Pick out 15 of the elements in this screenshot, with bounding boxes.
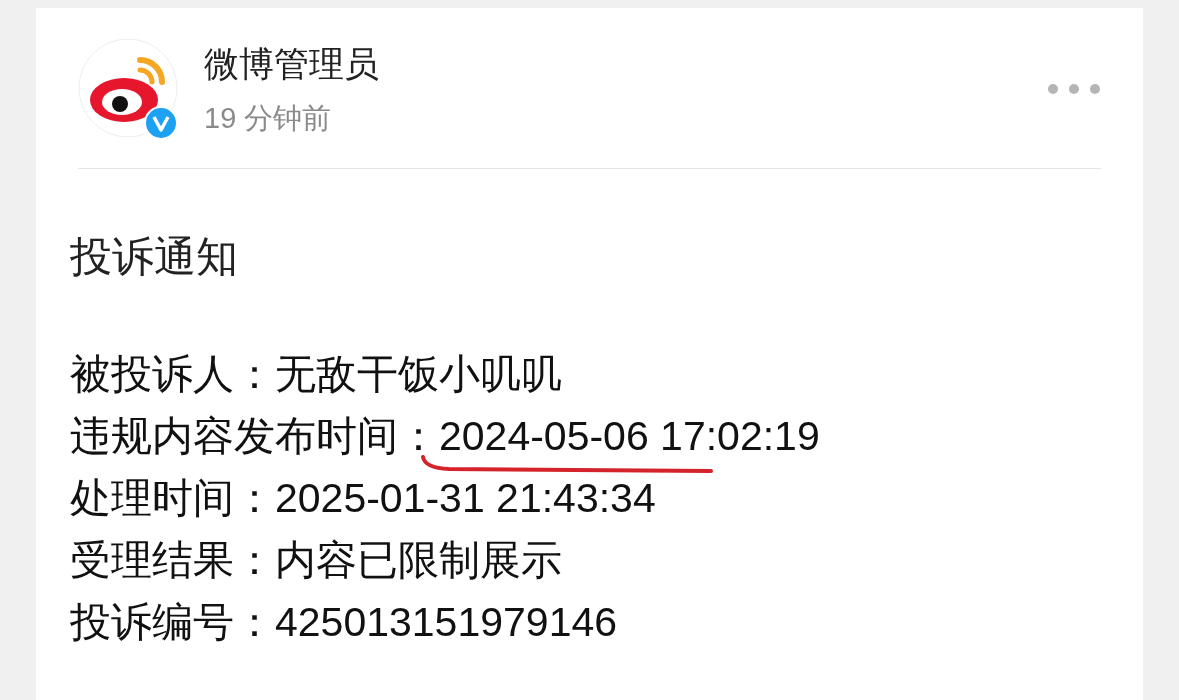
notice-title: 投诉通知 xyxy=(70,232,239,282)
field-value: 2025-01-31 21:43:34 xyxy=(275,475,656,521)
more-icon[interactable] xyxy=(1047,82,1101,96)
field-label: 受理结果： xyxy=(70,536,275,585)
field-value: 无敌干饭小叽叽 xyxy=(275,351,562,397)
field-label: 投诉编号： xyxy=(70,598,275,647)
field-value: 2024-05-06 17:02:19 xyxy=(439,413,820,459)
author-name[interactable]: 微博管理员 xyxy=(204,42,379,86)
field-label: 被投诉人： xyxy=(70,350,275,399)
field-label: 违规内容发布时间： xyxy=(70,412,439,461)
field-value: 425013151979146 xyxy=(275,599,618,645)
weibo-logo-icon xyxy=(78,38,178,138)
field-value: 内容已限制展示 xyxy=(275,537,562,583)
field-label: 处理时间： xyxy=(70,474,275,523)
post-time: 19 分钟前 xyxy=(204,101,333,136)
